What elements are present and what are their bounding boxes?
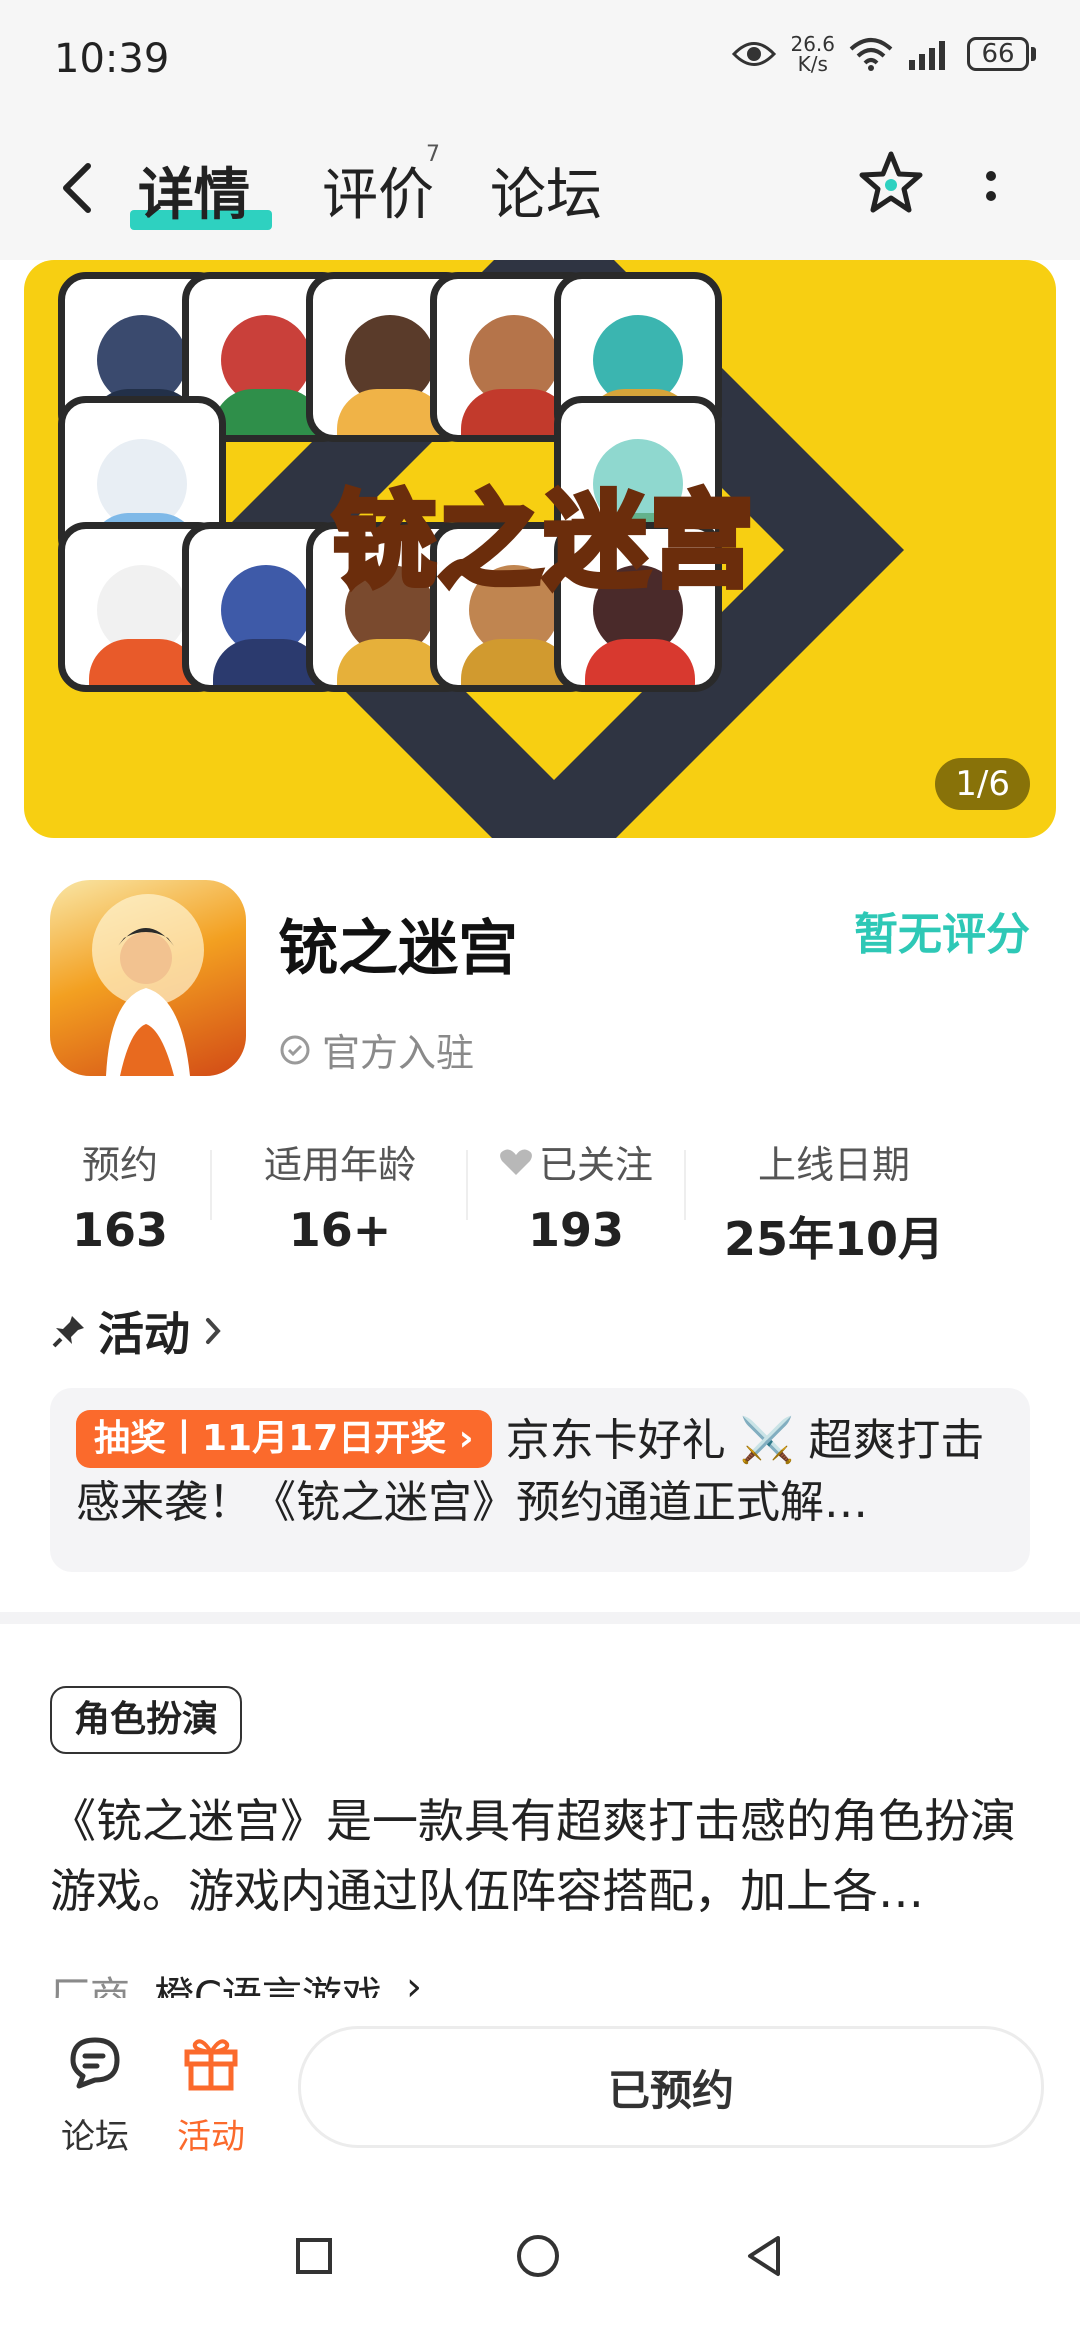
stat-label: 上线日期 [757, 1143, 910, 1187]
publisher-row[interactable]: 厂商 橙C语言游戏 › [50, 1964, 422, 1998]
banner-game-logo: 铳之迷宫 [329, 477, 757, 605]
net-speed: 26.6 K/s [790, 34, 835, 74]
bottom-action-bar: 论坛 活动 已预约 [0, 2000, 1080, 2190]
verified-check-icon [280, 1035, 310, 1064]
activity-content: 抽奖丨11月17日开奖 › 京东卡好礼 ⚔️ 超爽打击感来袭！《铳之迷宫》预约通道… [76, 1410, 1004, 1534]
review-count-badge: 7 [426, 142, 440, 167]
official-badge: 官方入驻 [278, 1022, 474, 1077]
signal-icon [909, 41, 945, 70]
activity-label: 活动 [177, 2117, 245, 2157]
activity-header[interactable]: 活动 [52, 1298, 226, 1364]
nav-bar: 详情 评价 7 论坛 [0, 120, 1080, 260]
recent-apps-square-icon[interactable] [284, 2226, 344, 2286]
net-speed-unit: K/s [797, 52, 828, 76]
back-triangle-icon[interactable] [734, 2226, 794, 2286]
tab-details[interactable]: 详情 [138, 150, 250, 231]
net-speed-value: 26.6 [790, 32, 835, 56]
wifi-icon [849, 38, 893, 71]
forum-chat-icon [70, 2037, 120, 2089]
back-icon[interactable] [54, 158, 104, 218]
reserved-button[interactable]: 已预约 [298, 2026, 1044, 2148]
official-label: 官方入驻 [322, 1031, 475, 1075]
app-icon [50, 880, 246, 1076]
carousel-page-indicator: 1/6 [935, 758, 1030, 810]
publisher-name: 橙C语言游戏 [154, 1974, 382, 1998]
section-divider [0, 1612, 1080, 1624]
status-bar: 10:39 26.6 K/s 66 [0, 0, 1080, 120]
banner-carousel[interactable]: 铳之迷宫 1/6 [24, 260, 1056, 838]
chevron-right-icon [206, 1318, 221, 1344]
stat-release-date: 上线日期 25年10月 [714, 1134, 954, 1269]
more-options-icon[interactable] [976, 162, 1006, 222]
stat-value: 16+ [288, 1203, 392, 1257]
tab-forum[interactable]: 论坛 [490, 150, 602, 231]
favorite-star-icon[interactable] [856, 148, 926, 218]
app-name: 铳之迷宫 [278, 914, 518, 984]
status-icons: 26.6 K/s 66 [732, 34, 1036, 74]
forum-label: 论坛 [61, 2117, 129, 2157]
rating-status[interactable]: 暂无评分 [854, 898, 1030, 962]
battery-level: 66 [967, 37, 1029, 71]
eye-icon [732, 42, 777, 66]
activity-title: 活动 [98, 1307, 190, 1361]
app-icon-art [92, 894, 204, 1076]
status-time: 10:39 [54, 36, 170, 82]
pin-icon [52, 1316, 84, 1348]
chevron-right-icon: › [405, 1964, 422, 1998]
activity-card[interactable]: 抽奖丨11月17日开奖 › 京东卡好礼 ⚔️ 超爽打击感来袭！《铳之迷宫》预约通道… [50, 1388, 1030, 1572]
game-description[interactable]: 《铳之迷宫》是一款具有超爽打击感的角色扮演游戏。游戏内通过队伍阵容搭配，加上各… [50, 1786, 1030, 1926]
activity-button[interactable]: 活动 [156, 2030, 266, 2158]
battery-icon: 66 [967, 37, 1036, 71]
genre-tag[interactable]: 角色扮演 [50, 1686, 243, 1754]
stat-value: 25年10月 [723, 1212, 945, 1266]
stat-followers[interactable]: 已关注 193 [486, 1134, 666, 1257]
stat-label: 适用年龄 [263, 1143, 416, 1187]
gift-icon [184, 2039, 238, 2091]
stat-value: 163 [71, 1203, 169, 1257]
stat-value: 193 [527, 1203, 625, 1257]
home-circle-icon[interactable] [508, 2226, 568, 2286]
lottery-badge: 抽奖丨11月17日开奖 › [76, 1410, 492, 1468]
system-navigation-bar [0, 2190, 1080, 2331]
tab-reviews[interactable]: 评价 [322, 150, 434, 231]
stat-label-text: 已关注 [538, 1143, 653, 1187]
publisher-label: 厂商 [50, 1974, 130, 1998]
forum-button[interactable]: 论坛 [40, 2030, 150, 2158]
heart-icon [500, 1149, 532, 1175]
stat-reservations: 预约 163 [50, 1134, 190, 1257]
stat-label: 已关注 [486, 1134, 666, 1189]
stat-label: 预约 [81, 1143, 158, 1187]
stat-age-rating: 适用年龄 16+ [240, 1134, 440, 1257]
